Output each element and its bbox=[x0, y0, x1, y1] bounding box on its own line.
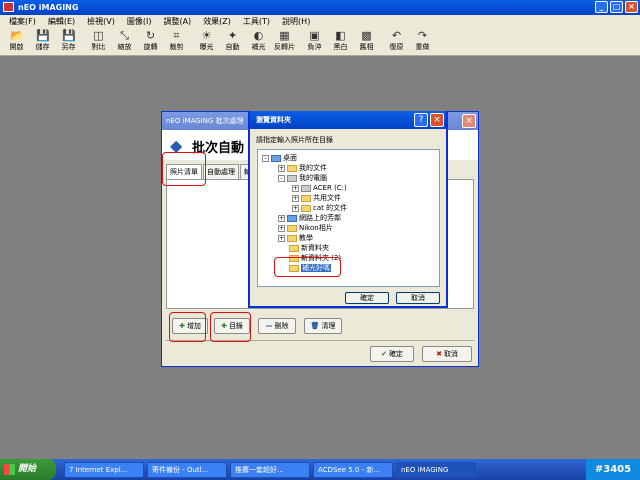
toolbar-redo-button[interactable]: ↷ 重做 bbox=[410, 28, 435, 55]
tree-node-drive-c[interactable]: + ACER (C:) bbox=[292, 183, 347, 193]
clear-button[interactable]: 🗑 清理 bbox=[304, 318, 342, 334]
menu-file[interactable]: 檔案(F) bbox=[3, 15, 42, 28]
batch-cancel-button[interactable]: ✖ 取消 bbox=[422, 346, 472, 362]
toolbar-save-as-button[interactable]: 💾 另存 bbox=[56, 28, 81, 55]
taskbar-item-ie[interactable]: 7 Internet Expl... bbox=[64, 461, 144, 478]
menu-help[interactable]: 說明(H) bbox=[276, 15, 316, 28]
tree-node-teaching[interactable]: + 教學 bbox=[278, 233, 313, 243]
menu-bar: 檔案(F) 編輯(E) 檢視(V) 圖像(I) 調整(A) 效果(Z) 工具(T… bbox=[0, 15, 640, 28]
app-title: nEO iMAGING bbox=[18, 3, 79, 12]
browse-folder-dialog: 瀏覽資料夾 ? × 請指定輸入照片所在目錄 - 桌面 + 我的文件 - 我的電腦 + A… bbox=[248, 111, 448, 308]
taskbar-item-neo-imaging[interactable]: nEO iMAGING bbox=[396, 461, 476, 478]
reversal-film-icon: ▦ bbox=[279, 29, 290, 42]
save-icon: 💾 bbox=[36, 29, 50, 42]
toolbar-save-button[interactable]: 💾 儲存 bbox=[30, 28, 55, 55]
browse-prompt: 請指定輸入照片所在目錄 bbox=[256, 136, 333, 144]
toolbar-sepia-button[interactable]: ▩ 舊相 bbox=[354, 28, 379, 55]
exposure-icon: ☀ bbox=[201, 29, 212, 42]
resize-icon: ⤡ bbox=[120, 29, 129, 42]
cross-process-icon: ▣ bbox=[309, 29, 320, 42]
browse-cancel-button[interactable]: 取消 bbox=[396, 292, 440, 304]
network-icon bbox=[287, 214, 297, 222]
folder-icon bbox=[287, 164, 297, 172]
folder-icon bbox=[287, 224, 297, 232]
fill-light-icon: ◐ bbox=[253, 29, 264, 42]
cross-icon: ✖ bbox=[436, 350, 442, 358]
batch-ok-button[interactable]: ✔ 確定 bbox=[370, 346, 414, 362]
crop-icon: ⌗ bbox=[173, 29, 180, 42]
folder-icon bbox=[289, 244, 299, 252]
tree-node-desktop[interactable]: - 桌面 bbox=[262, 153, 297, 163]
undo-icon: ↶ bbox=[391, 29, 402, 42]
menu-adjust[interactable]: 調整(A) bbox=[157, 15, 197, 28]
minus-icon: — bbox=[265, 322, 273, 330]
tree-node-nikon-photos[interactable]: + Nikon相片 bbox=[278, 223, 333, 233]
taskbar: 開始 7 Internet Expl... 寄件備份 - Outl... 推薦一… bbox=[0, 459, 640, 480]
trash-icon: 🗑 bbox=[310, 322, 320, 330]
check-icon: ✔ bbox=[381, 350, 387, 358]
save-as-icon: 💾 bbox=[62, 29, 76, 42]
drive-icon bbox=[301, 184, 311, 192]
toolbar-reversal-film-button[interactable]: ▦ 反轉片 bbox=[272, 28, 297, 55]
system-tray: #3405 bbox=[586, 459, 640, 480]
highlight-folder-button bbox=[210, 312, 251, 342]
toolbar-rotate-button[interactable]: ↻ 旋轉 bbox=[138, 28, 163, 55]
highlight-photo-list-tab bbox=[162, 152, 206, 186]
tree-node-network[interactable]: + 網路上的芳鄰 bbox=[278, 213, 341, 223]
app-title-bar: nEO iMAGING _ □ × bbox=[0, 0, 640, 15]
toolbar-cross-process-button[interactable]: ▣ 負沖 bbox=[302, 28, 327, 55]
tree-node-cat-documents[interactable]: + cat 的文件 bbox=[292, 203, 347, 213]
toolbar-exposure-button[interactable]: ☀ 曝光 bbox=[194, 28, 219, 55]
toolbar-crop-button[interactable]: ⌗ 裁剪 bbox=[164, 28, 189, 55]
black-white-icon: ◧ bbox=[335, 29, 346, 42]
folder-icon bbox=[287, 234, 297, 242]
minimize-button[interactable]: _ bbox=[595, 1, 608, 13]
start-button[interactable]: 開始 bbox=[0, 459, 56, 480]
app-icon bbox=[3, 2, 14, 12]
tree-node-my-documents[interactable]: + 我的文件 bbox=[278, 163, 327, 173]
menu-effects[interactable]: 效果(Z) bbox=[197, 15, 237, 28]
maximize-button[interactable]: □ bbox=[610, 1, 623, 13]
taskbar-item-acdsee[interactable]: ACDSee 5.0 - 新... bbox=[313, 461, 393, 478]
close-button[interactable]: × bbox=[625, 1, 638, 13]
desktop-icon bbox=[271, 154, 281, 162]
rotate-icon: ↻ bbox=[145, 29, 156, 42]
toolbar-fill-light-button[interactable]: ◐ 補光 bbox=[246, 28, 271, 55]
delete-button[interactable]: — 刪除 bbox=[258, 318, 296, 334]
tree-node-shared-documents[interactable]: + 共用文件 bbox=[292, 193, 341, 203]
toolbar-auto-button[interactable]: ✦ 自動 bbox=[220, 28, 245, 55]
computer-icon bbox=[287, 174, 297, 182]
taskbar-item-outlook[interactable]: 寄件備份 - Outl... bbox=[147, 461, 227, 478]
tab-auto-process[interactable]: 自動處理 bbox=[203, 164, 239, 179]
menu-edit[interactable]: 編輯(E) bbox=[42, 15, 81, 28]
highlight-add-button bbox=[169, 312, 206, 342]
sepia-icon: ▩ bbox=[361, 29, 372, 42]
toolbar-resize-button[interactable]: ⤡ 縮放 bbox=[112, 28, 137, 55]
browse-close-button[interactable]: × bbox=[430, 113, 444, 127]
taskbar-item-recommend[interactable]: 推薦一套超好... bbox=[230, 461, 310, 478]
menu-image[interactable]: 圖像(I) bbox=[121, 15, 158, 28]
folder-open-icon: 📂 bbox=[10, 29, 24, 42]
toolbar: 📂 開啟 💾 儲存 💾 另存 ◫ 對比 ⤡ 縮放 ↻ 旋轉 ⌗ 裁剪 ☀ 曝光 ✦ 自動 ◐ 補光 … bbox=[0, 28, 640, 56]
toolbar-compare-button[interactable]: ◫ 對比 bbox=[86, 28, 111, 55]
compare-icon: ◫ bbox=[93, 29, 104, 42]
toolbar-undo-button[interactable]: ↶ 復原 bbox=[384, 28, 409, 55]
folder-icon bbox=[301, 204, 311, 212]
menu-view[interactable]: 檢視(V) bbox=[81, 15, 121, 28]
toolbar-black-white-button[interactable]: ◧ 黑白 bbox=[328, 28, 353, 55]
menu-tools[interactable]: 工具(T) bbox=[237, 15, 276, 28]
browse-ok-button[interactable]: 確定 bbox=[345, 292, 389, 304]
help-button[interactable]: ? bbox=[414, 113, 428, 127]
tree-node-new-folder[interactable]: 新資料夾 bbox=[289, 243, 329, 253]
highlight-selected-folder bbox=[274, 257, 341, 277]
toolbar-open-button[interactable]: 📂 開啟 bbox=[4, 28, 29, 55]
batch-dialog-close-button[interactable]: × bbox=[462, 114, 476, 128]
redo-icon: ↷ bbox=[417, 29, 428, 42]
auto-icon: ✦ bbox=[227, 29, 238, 42]
windows-logo-icon bbox=[4, 464, 15, 475]
tree-node-my-computer[interactable]: - 我的電腦 bbox=[278, 173, 327, 183]
folder-icon bbox=[301, 194, 311, 202]
